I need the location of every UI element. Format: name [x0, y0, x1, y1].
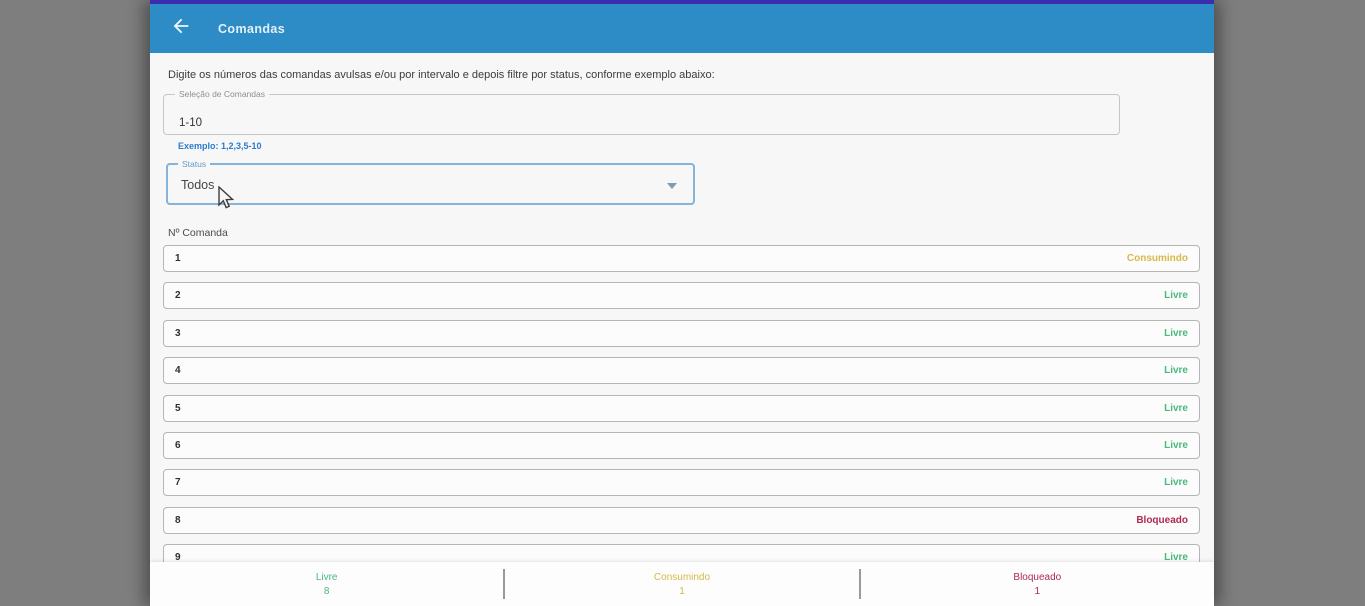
table-row[interactable]: 3 Livre: [163, 319, 1200, 347]
summary-bloqueado-count: 1: [1034, 585, 1041, 597]
instructions-text: Digite os números das comandas avulsas e…: [168, 69, 715, 81]
table-row[interactable]: 1 Consumindo: [163, 245, 1200, 272]
table-row[interactable]: 5 Livre: [163, 394, 1200, 422]
table-row[interactable]: 7 Livre: [163, 469, 1200, 497]
comandas-app-window: Comandas Digite os números das comandas …: [150, 0, 1214, 606]
comanda-status: Livre: [1164, 477, 1188, 489]
table-row[interactable]: 8 Bloqueado: [163, 506, 1200, 534]
comanda-status: Livre: [1164, 365, 1188, 377]
comanda-number: 2: [175, 290, 181, 302]
page-title: Comandas: [218, 21, 286, 36]
summary-livre: Livre 8: [150, 562, 503, 606]
summary-consumindo-count: 1: [679, 585, 685, 597]
status-summary-bar: Livre 8 Consumindo 1 Bloqueado 1: [150, 562, 1214, 606]
comanda-status: Livre: [1164, 327, 1188, 339]
table-row[interactable]: 2 Livre: [163, 282, 1200, 310]
comanda-status: Livre: [1164, 290, 1188, 302]
comanda-number: 5: [175, 402, 181, 414]
summary-consumindo-label: Consumindo: [653, 571, 711, 583]
comanda-status: Livre: [1164, 439, 1188, 451]
number-column-header: Nº Comanda: [168, 227, 228, 239]
comanda-status: Livre: [1164, 402, 1188, 414]
comanda-selection-input[interactable]: Seleção de Comandas 1-10: [163, 89, 1120, 135]
summary-bloqueado: Bloqueado 1: [861, 562, 1214, 606]
selection-field-value: 1-10: [179, 117, 203, 129]
selection-helper-text: Exemplo: 1,2,3,5-10: [178, 141, 262, 151]
comanda-number: 7: [175, 477, 181, 489]
summary-bloqueado-label: Bloqueado: [1013, 571, 1062, 583]
selection-field-label: Seleção de Comandas: [175, 89, 270, 99]
status-select[interactable]: Status Todos: [166, 159, 695, 205]
app-bar: Comandas: [150, 4, 1214, 53]
comanda-number: 1: [175, 253, 181, 264]
status-field-label: Status: [178, 159, 211, 169]
summary-livre-label: Livre: [315, 571, 338, 583]
table-row[interactable]: 6 Livre: [163, 431, 1200, 459]
arrow-left-icon: [170, 15, 192, 42]
comanda-number: 4: [175, 365, 181, 377]
chevron-down-icon: [667, 183, 677, 189]
comanda-number: 6: [175, 439, 181, 451]
comanda-number: 3: [175, 327, 181, 339]
comanda-list: 1 Consumindo 2 Livre 3 Livre 4 Livre 5 L…: [163, 245, 1200, 572]
back-button[interactable]: [168, 16, 194, 42]
list-header-row: Nº Comanda Status: [168, 227, 1214, 239]
table-row[interactable]: 4 Livre: [163, 357, 1200, 385]
summary-consumindo: Consumindo 1: [505, 562, 858, 606]
comanda-number: 8: [175, 514, 181, 526]
comanda-status: Bloqueado: [1136, 514, 1188, 526]
comanda-status: Consumindo: [1126, 253, 1188, 264]
summary-livre-count: 8: [323, 585, 330, 597]
status-field-value: Todos: [181, 178, 215, 192]
